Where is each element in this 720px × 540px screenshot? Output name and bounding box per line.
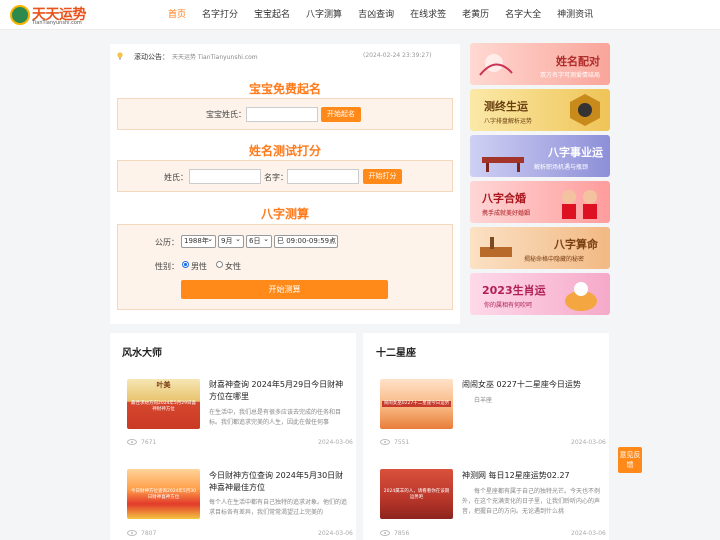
- views-eye-icon: [380, 439, 390, 445]
- banner-name-match[interactable]: 姓名配对 双方名字可测爱情结局: [470, 43, 610, 85]
- article-thumb[interactable]: 闹闹女巫0227十二星座今日运势: [380, 379, 453, 429]
- banner-title: 八字合婚: [482, 192, 526, 205]
- male-radio[interactable]: [182, 261, 189, 268]
- fengshui-heading: 风水大师: [122, 348, 162, 359]
- main-nav: 首页 名字打分 宝宝起名 八字测算 吉凶查询 在线求签 老黄历 名字大全 神测资…: [160, 0, 601, 30]
- article-title[interactable]: 财喜神查询 2024年5月29日今日财神方位在哪里: [209, 379, 349, 403]
- banner-title: 2023生肖运: [482, 284, 546, 297]
- article-desc: 每个星座都有属于自己的独特光芒。今天也不例外，在这个充满变化的日子里，让我们聆听…: [462, 488, 601, 515]
- female-label: 女性: [225, 262, 241, 271]
- bagua-illustration: [570, 94, 600, 126]
- article-views: 7551: [394, 439, 410, 446]
- logo-mark-icon: [10, 5, 30, 25]
- name-score-title: 姓名测试打分: [248, 144, 321, 158]
- banner-sub: 解析职场机遇与瓶颈: [534, 164, 589, 171]
- banner-title: 测终生运: [484, 100, 528, 113]
- thumb-caption: 闹闹女巫0227十二星座今日运势: [382, 401, 451, 407]
- banner-sub: 八字排盘解析运势: [484, 118, 533, 125]
- article-title[interactable]: 今日财神方位查询 2024年5月30日财神喜神最佳方位: [209, 470, 349, 494]
- given-name-input[interactable]: [287, 169, 359, 184]
- bazi-title: 八字测算: [260, 207, 309, 221]
- article-thumb[interactable]: 2024属羊的人，请看看你在该期运势吧: [380, 469, 453, 519]
- notice-time: (2024-02-24 23:39:27): [363, 52, 432, 59]
- thumb-caption: 2024属羊的人，请看看你在该期运势吧: [383, 489, 450, 500]
- thumb-caption: 今日财神方位查询2024年5月30日财神喜神方位: [130, 489, 197, 500]
- month-select[interactable]: 9月: [218, 235, 244, 248]
- scroll-notice: 滚动公告： 天天运势 TianTianyunshi.com (2024-02-2…: [110, 48, 460, 66]
- views-eye-icon: [127, 439, 137, 445]
- article-title[interactable]: 神测网 每日12星座运势02.27: [462, 470, 602, 482]
- site-logo[interactable]: 天天运势 TianTianyunshi.com: [10, 3, 90, 27]
- views-eye-icon: [380, 530, 390, 536]
- start-bazi-button[interactable]: 开始测算: [181, 280, 388, 299]
- female-radio[interactable]: [216, 261, 223, 268]
- nav-home[interactable]: 首页: [160, 0, 194, 30]
- feedback-button[interactable]: 意见反馈: [618, 447, 642, 473]
- banner-sub: 你的属相有何吹呵: [484, 302, 533, 309]
- banner-title: 八字算命: [554, 238, 598, 251]
- baby-surname-label: 宝宝姓氏：: [206, 110, 246, 119]
- nav-almanac[interactable]: 老黄历: [454, 0, 497, 30]
- notice-label: 滚动公告：: [134, 53, 169, 61]
- logo-domain: TianTianyunshi.com: [32, 20, 82, 26]
- thumb-caption: 最佳求财方向2024年5月29日喜神财神方位: [130, 401, 197, 412]
- article-desc: 白羊座: [474, 397, 493, 404]
- male-label: 男性: [191, 262, 207, 271]
- lightbulb-icon: [117, 52, 123, 60]
- article-date: 2024-03-06: [318, 439, 353, 446]
- desk-illustration: [482, 157, 524, 172]
- nav-name-score[interactable]: 名字打分: [194, 0, 246, 30]
- article-views: 7807: [141, 530, 157, 537]
- baby-surname-input[interactable]: [246, 107, 318, 122]
- hour-select[interactable]: 巳 09:00-09:59点: [274, 235, 338, 248]
- article-title[interactable]: 闹闹女巫 0227十二星座今日运势: [462, 379, 602, 391]
- article-thumb[interactable]: 今日财神方位查询2024年5月30日财神喜神方位: [127, 469, 200, 519]
- crane-illustration: [479, 54, 513, 76]
- banner-sub: 双方名字可测爱情结局: [540, 72, 601, 79]
- article-date: 2024-03-06: [318, 530, 353, 537]
- rabbit-illustration: [565, 282, 597, 311]
- article-views: 7856: [394, 530, 410, 537]
- given-name-label: 名字：: [264, 173, 288, 182]
- zodiac-heading: 十二星座: [376, 348, 416, 359]
- views-eye-icon: [127, 530, 137, 536]
- scroll-illustration: [480, 237, 512, 257]
- nav-baby-naming[interactable]: 宝宝起名: [246, 0, 298, 30]
- surname-label: 姓氏：: [164, 173, 188, 182]
- nav-news[interactable]: 神测资讯: [549, 0, 601, 30]
- date-label: 公历：: [155, 238, 179, 247]
- banner-title: 姓名配对: [556, 55, 600, 68]
- thumb-top-text: 叶美: [156, 381, 171, 389]
- banner-fortune[interactable]: 八字算命 揭秘命格中隐藏的秘密: [470, 227, 610, 269]
- nav-name-list[interactable]: 名字大全: [497, 0, 549, 30]
- banner-lifetime[interactable]: 测终生运 八字排盘解析运势: [470, 89, 610, 131]
- banner-career[interactable]: 八字事业运 解析职场机遇与瓶颈: [470, 135, 610, 177]
- baby-naming-title: 宝宝免费起名: [248, 82, 321, 96]
- article-thumb[interactable]: 叶美 最佳求财方向2024年5月29日喜神财神方位: [127, 379, 200, 429]
- banner-zodiac-2023[interactable]: 2023生肖运 你的属相有何吹呵: [470, 273, 610, 315]
- article-views: 7671: [141, 439, 157, 446]
- surname-input[interactable]: [189, 169, 261, 184]
- nav-fortune-query[interactable]: 吉凶查询: [350, 0, 402, 30]
- start-scoring-button[interactable]: 开始打分: [363, 169, 402, 184]
- top-navbar: 天天运势 TianTianyunshi.com 首页 名字打分 宝宝起名 八字测…: [0, 0, 720, 30]
- banner-sub: 揭秘命格中隐藏的秘密: [524, 256, 585, 263]
- nav-bazi[interactable]: 八字测算: [298, 0, 350, 30]
- banner-sub: 携手成就美好婚姻: [482, 210, 531, 217]
- article-desc: 在生活中，我们总是有很多应该去完成的任务和目标。我们都追求完美的人生，因此在做任…: [209, 409, 342, 426]
- banner-title: 八字事业运: [548, 146, 603, 159]
- couple-illustration: [562, 190, 597, 219]
- year-select[interactable]: 1988年: [181, 235, 216, 248]
- article-date: 2024-03-06: [571, 439, 606, 446]
- notice-text[interactable]: 天天运势 TianTianyunshi.com: [172, 52, 258, 61]
- article-date: 2024-03-06: [571, 530, 606, 537]
- banner-marriage[interactable]: 八字合婚 携手成就美好婚姻: [470, 181, 610, 223]
- nav-online-lots[interactable]: 在线求签: [402, 0, 454, 30]
- article-desc: 每个人在生活中都有自己独特的追求对象。他们的追求目标各有差异，我们常常渴望过上完…: [209, 499, 348, 516]
- start-naming-button[interactable]: 开始起名: [321, 107, 361, 122]
- gender-label: 性别：: [155, 262, 179, 271]
- day-select[interactable]: 6日: [246, 235, 272, 248]
